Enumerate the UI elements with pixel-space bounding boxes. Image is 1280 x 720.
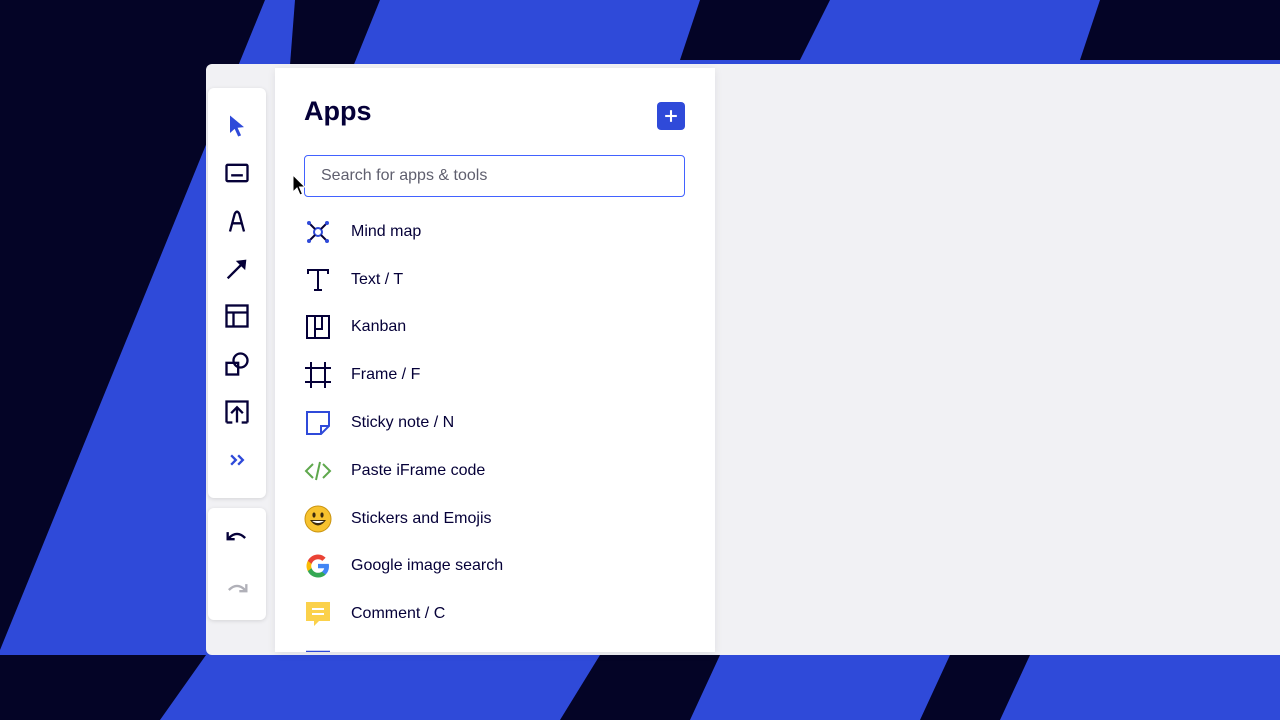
app-label: Google image search [351, 557, 504, 575]
mouse-pointer-icon [292, 174, 307, 196]
app-label: Paste iFrame code [351, 461, 486, 479]
app-list: Mind map Text / T Kanban Frame / F Stick… [304, 208, 704, 652]
app-label: Comment / C [351, 605, 446, 623]
app-item-iframe[interactable]: Paste iFrame code [304, 447, 704, 495]
app-label: Kanban [351, 318, 407, 336]
history-toolbar [208, 508, 266, 620]
app-item-frame[interactable]: Frame / F [304, 351, 704, 399]
add-app-button[interactable] [657, 102, 685, 130]
redo-icon[interactable] [221, 574, 253, 606]
more-tools-icon[interactable] [221, 444, 253, 476]
search-input[interactable] [304, 155, 685, 197]
list-icon [304, 648, 332, 652]
app-item-kanban[interactable]: Kanban [304, 304, 704, 352]
app-label: Mind map [351, 222, 422, 240]
frame-icon [304, 361, 332, 389]
google-icon [304, 552, 332, 580]
text-icon [304, 266, 332, 294]
left-toolbar [208, 88, 266, 498]
arrow-line-icon[interactable] [221, 253, 253, 285]
app-item-sticky-note[interactable]: Sticky note / N [304, 399, 704, 447]
pen-icon[interactable] [221, 205, 253, 237]
app-label: Sticky note / N [351, 414, 455, 432]
select-cursor-icon[interactable] [221, 110, 253, 142]
shapes-icon[interactable] [221, 348, 253, 380]
upload-icon[interactable] [221, 396, 253, 428]
app-label: Stickers and Emojis [351, 509, 492, 527]
app-label: Text / T [351, 270, 404, 288]
app-item-partial[interactable] [304, 638, 704, 652]
code-icon [304, 457, 332, 485]
app-item-google-image[interactable]: Google image search [304, 543, 704, 591]
app-item-comment[interactable]: Comment / C [304, 590, 704, 638]
mind-map-icon [304, 218, 332, 246]
comment-icon [304, 600, 332, 628]
panel-title: Apps [304, 96, 372, 126]
emoji-icon [304, 505, 332, 533]
kanban-icon [304, 313, 332, 341]
app-item-mind-map[interactable]: Mind map [304, 208, 704, 256]
plus-icon [665, 110, 677, 122]
template-icon[interactable] [221, 300, 253, 332]
app-item-stickers[interactable]: Stickers and Emojis [304, 495, 704, 543]
apps-panel: Apps Mind map Text / T Kanban F [275, 68, 715, 652]
app-item-text[interactable]: Text / T [304, 256, 704, 304]
text-box-icon[interactable] [221, 157, 253, 189]
undo-icon[interactable] [221, 522, 253, 554]
app-label: Frame / F [351, 366, 421, 384]
sticky-note-icon [304, 409, 332, 437]
